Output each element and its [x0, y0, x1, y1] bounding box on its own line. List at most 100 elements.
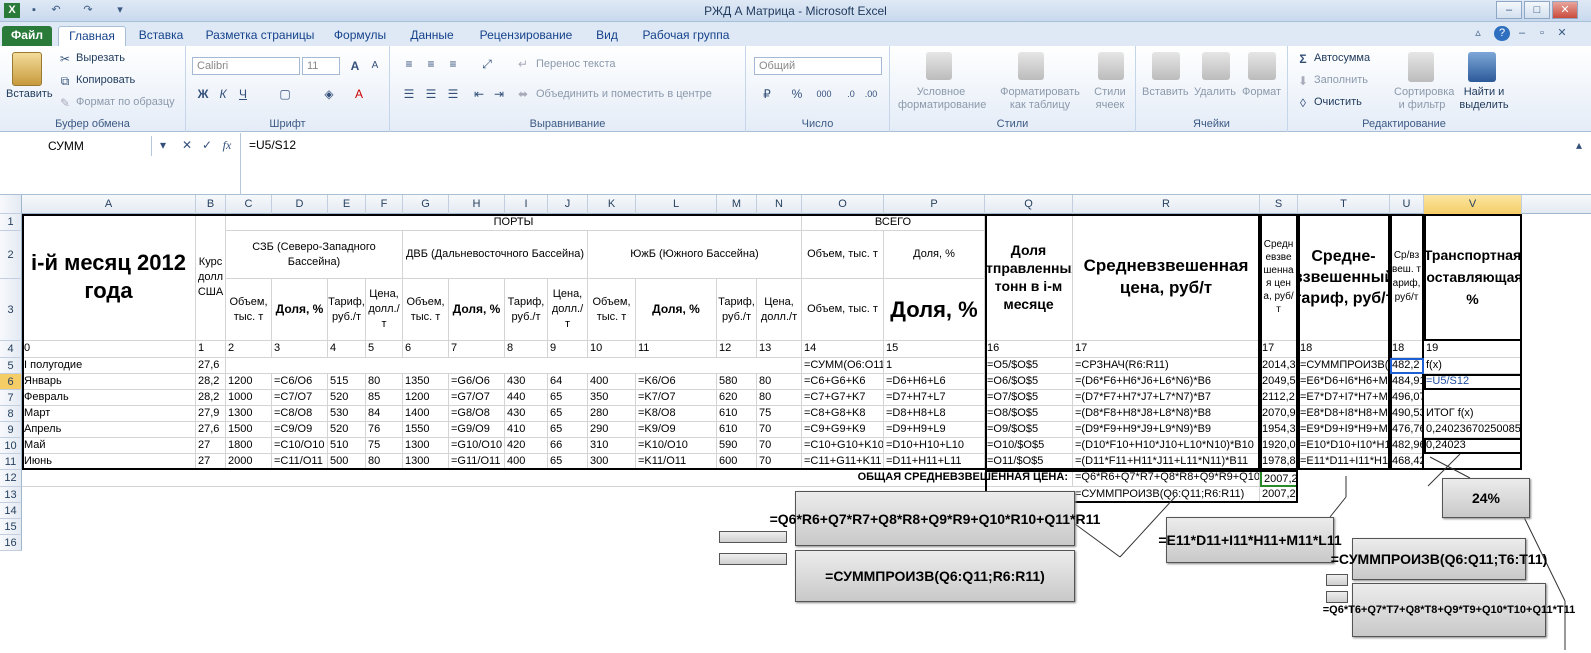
borders-icon[interactable]: ▢	[276, 86, 294, 102]
data-cell[interactable]: 430	[505, 406, 548, 422]
wrap-text-icon[interactable]: ↵	[514, 56, 532, 72]
data-cell[interactable]: 620	[717, 390, 757, 406]
header-transport-share[interactable]: Транспортная составляющая, %	[1424, 214, 1522, 341]
column-header-n[interactable]: N	[757, 195, 802, 214]
cancel-icon[interactable]: ✕	[178, 137, 196, 153]
data-cell[interactable]: =O9/$O$5	[985, 422, 1073, 438]
sort-filter-button[interactable]: Сортировка и фильтр	[1394, 86, 1454, 112]
wrap-text-button[interactable]: Перенос текста	[536, 58, 616, 70]
data-cell[interactable]: 2000	[226, 454, 272, 470]
data-cell[interactable]: 80	[757, 390, 802, 406]
header-share[interactable]: Доля, %	[272, 279, 328, 341]
data-cell[interactable]: Январь	[22, 374, 196, 390]
column-header-h[interactable]: H	[449, 195, 505, 214]
data-cell[interactable]: =E6*D6+I6*H6+M	[1298, 374, 1390, 390]
merge-icon[interactable]: ⬌	[514, 86, 532, 102]
total-label[interactable]: ОБЩАЯ СРЕДНЕВЗВЕШЕННАЯ ЦЕНА:	[22, 470, 1073, 487]
italic-button[interactable]: К	[214, 86, 232, 102]
format-cells-button[interactable]: Формат	[1242, 86, 1281, 98]
data-cell[interactable]: =(D11*F11+H11*J11+L11*N11)*B11	[1073, 454, 1260, 470]
data-cell[interactable]: 515	[328, 374, 366, 390]
orientation-icon[interactable]: ⤢	[478, 56, 496, 72]
data-cell[interactable]: 482,2	[1390, 358, 1424, 374]
data-cell[interactable]: 1500	[226, 422, 272, 438]
data-cell[interactable]: =G10/O10	[449, 438, 505, 454]
column-header-b[interactable]: B	[196, 195, 226, 214]
insert-cells-button[interactable]: Вставить	[1142, 86, 1189, 98]
data-cell[interactable]: =O8/$O$5	[985, 406, 1073, 422]
row-header-16[interactable]: 16	[0, 535, 22, 551]
data-cell[interactable]: =C7+G7+K7	[802, 390, 884, 406]
col-index[interactable]: 11	[636, 341, 717, 358]
header-weighted-price[interactable]: Средневзвешенная цена, руб/т	[1073, 214, 1260, 341]
underline-button[interactable]: Ч	[234, 86, 252, 102]
decrease-decimal-icon[interactable]: .00	[862, 86, 880, 102]
data-cell[interactable]: =K10/O10	[636, 438, 717, 454]
col-index[interactable]: 12	[717, 341, 757, 358]
col-index[interactable]: 16	[985, 341, 1073, 358]
data-cell[interactable]: =(D10*F10+H10*J10+L10*N10)*B10	[1073, 438, 1260, 454]
col-index[interactable]: 8	[505, 341, 548, 358]
row-header-12[interactable]: 12	[0, 470, 22, 487]
merge-center-button[interactable]: Объединить и поместить в центре	[536, 88, 712, 100]
data-cell[interactable]: 80	[757, 374, 802, 390]
column-header-u[interactable]: U	[1390, 195, 1424, 214]
data-cell[interactable]: 0,240236702500853	[1424, 422, 1522, 438]
format-painter-icon[interactable]: ✎	[56, 95, 74, 111]
data-cell[interactable]: 468,42	[1390, 454, 1424, 470]
data-cell[interactable]: Март	[22, 406, 196, 422]
column-header-j[interactable]: J	[548, 195, 588, 214]
ribbon-collapse-icon[interactable]: ▵	[1470, 26, 1486, 41]
data-cell[interactable]: 27,6	[196, 358, 226, 374]
currency-icon[interactable]: ₽	[758, 86, 776, 102]
header-weighted-price-small[interactable]: Средневзвешенная цена, руб/т	[1260, 214, 1298, 341]
data-cell[interactable]: =D11+H11+L11	[884, 454, 985, 470]
percent-button[interactable]: %	[788, 86, 806, 102]
data-cell[interactable]: 430	[505, 374, 548, 390]
close-button[interactable]: ✕	[1552, 1, 1578, 19]
scissors-icon[interactable]: ✂	[56, 51, 74, 67]
data-cell[interactable]: 76	[366, 422, 403, 438]
data-cell[interactable]: 80	[366, 454, 403, 470]
cell-styles-icon[interactable]	[1098, 52, 1124, 80]
data-cell[interactable]: =C10/O10	[272, 438, 328, 454]
data-cell[interactable]: I полугодие	[22, 358, 196, 374]
header-total-volume-sub[interactable]: Объем, тыс. т	[802, 279, 884, 341]
column-header-t[interactable]: T	[1298, 195, 1390, 214]
header-price[interactable]: Цена, долл./т	[366, 279, 403, 341]
data-cell[interactable]: =G8/O8	[449, 406, 505, 422]
tab-file[interactable]: Файл	[2, 26, 52, 46]
data-cell[interactable]: =E9*D9+I9*H9+M	[1298, 422, 1390, 438]
format-as-table-button[interactable]: Форматировать как таблицу	[1000, 86, 1080, 112]
data-cell[interactable]: 300	[588, 454, 636, 470]
font-color-icon[interactable]: A	[350, 86, 368, 102]
data-cell[interactable]: 400	[505, 454, 548, 470]
header-total[interactable]: ВСЕГО	[802, 214, 985, 231]
header-price[interactable]: Цена, долл./т	[548, 279, 588, 341]
data-cell[interactable]: 610	[717, 406, 757, 422]
data-cell[interactable]: 75	[757, 406, 802, 422]
data-cell[interactable]: 1	[884, 358, 985, 374]
data-cell[interactable]: Февраль	[22, 390, 196, 406]
data-cell[interactable]: 520	[328, 390, 366, 406]
data-cell[interactable]: 65	[548, 406, 588, 422]
col-index[interactable]: 9	[548, 341, 588, 358]
column-header-q[interactable]: Q	[985, 195, 1073, 214]
header-vol[interactable]: Объем, тыс. т	[403, 279, 449, 341]
header-share-big[interactable]: Доля, %	[884, 279, 985, 341]
col-index[interactable]: 2	[226, 341, 272, 358]
data-cell[interactable]: =G11/O11	[449, 454, 505, 470]
align-top-icon[interactable]: ≡	[400, 56, 418, 72]
row-header-14[interactable]: 14	[0, 503, 22, 519]
data-cell[interactable]: 510	[328, 438, 366, 454]
tab-insert[interactable]: Вставка	[130, 26, 192, 46]
row-header-3[interactable]: 3	[0, 279, 22, 341]
tab-review[interactable]: Рецензирование	[470, 26, 582, 46]
data-cell[interactable]: =K8/O8	[636, 406, 717, 422]
data-cell[interactable]: 1400	[403, 406, 449, 422]
col-index[interactable]: 15	[884, 341, 985, 358]
tab-home[interactable]: Главная	[58, 26, 126, 46]
bold-button[interactable]: Ж	[194, 86, 212, 102]
data-cell[interactable]: 27	[196, 454, 226, 470]
data-cell[interactable]: 496,07	[1390, 390, 1424, 406]
